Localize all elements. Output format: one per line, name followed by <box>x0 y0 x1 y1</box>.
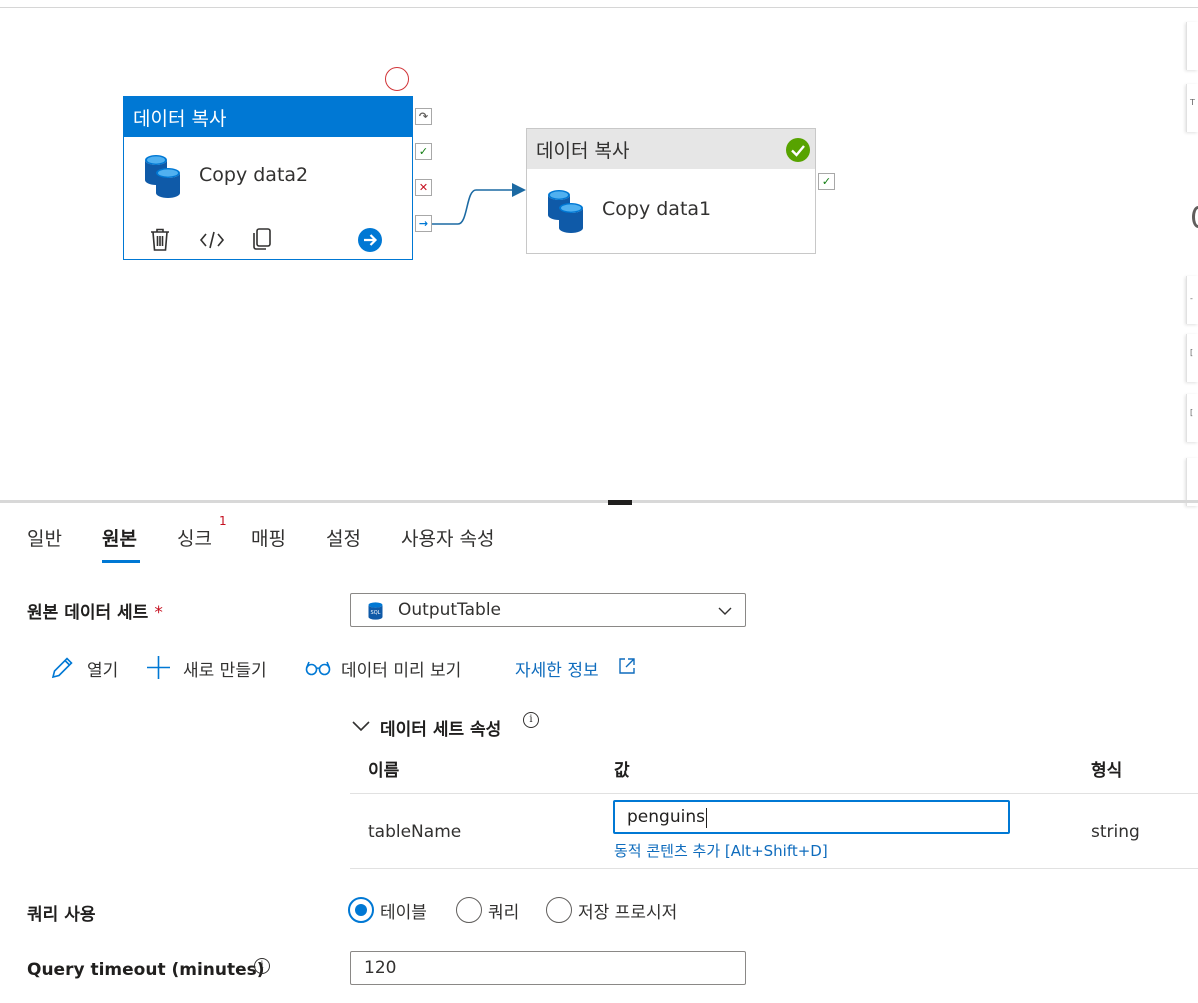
external-link-icon[interactable] <box>618 657 636 675</box>
tab-user-properties[interactable]: 사용자 속성 <box>401 524 494 551</box>
add-dynamic-content-link[interactable]: 동적 콘텐츠 추가 [Alt+Shift+D] <box>614 840 828 861</box>
canvas-tool-button[interactable]: T <box>1186 84 1198 132</box>
copy-data-icon <box>548 190 583 233</box>
radio-query[interactable] <box>456 897 482 923</box>
param-value-text: penguins <box>627 807 705 827</box>
column-header-name: 이름 <box>368 761 400 781</box>
code-icon[interactable] <box>199 230 225 250</box>
radio-table[interactable] <box>348 897 374 923</box>
radio-label-query[interactable]: 쿼리 <box>488 898 519 923</box>
canvas-divider <box>0 7 1198 8</box>
new-button[interactable]: 새로 만들기 <box>183 656 267 681</box>
panel-splitter[interactable] <box>0 500 1198 503</box>
column-header-value: 값 <box>614 761 630 781</box>
activity-header: 데이터 복사 <box>527 129 815 169</box>
activity-copy-data1[interactable]: 데이터 복사 Copy data1 <box>526 128 816 254</box>
go-arrow-icon[interactable] <box>358 228 382 252</box>
tab-general[interactable]: 일반 <box>27 524 62 551</box>
use-query-label: 쿼리 사용 <box>27 905 96 925</box>
active-tab-indicator <box>102 560 140 563</box>
tab-settings[interactable]: 설정 <box>326 524 361 551</box>
canvas-tool-button[interactable] <box>1186 458 1198 506</box>
table-divider <box>350 868 1198 869</box>
canvas-tool-button[interactable]: [ <box>1186 394 1198 442</box>
activity-copy-data2[interactable]: 데이터 복사 Copy data2 <box>123 96 413 260</box>
collapse-chevron-icon[interactable] <box>352 720 370 732</box>
param-value-input[interactable]: penguins <box>613 800 1010 834</box>
copy-data-icon <box>145 155 180 198</box>
sql-dataset-icon: SQL <box>368 602 383 620</box>
canvas-tool-button[interactable]: - <box>1186 276 1198 324</box>
pipeline-canvas[interactable]: T - [ [ 데이터 복사 Copy data2 ↷ ✓ ✕ → 데이터 복사… <box>0 0 1198 506</box>
info-icon[interactable]: i <box>254 958 270 974</box>
required-mark: * <box>154 603 163 623</box>
copy-icon[interactable] <box>251 227 273 251</box>
success-icon[interactable]: ✓ <box>818 173 835 190</box>
success-icon[interactable]: ✓ <box>415 143 432 160</box>
radio-stored-procedure[interactable] <box>546 897 572 923</box>
connector-arrow[interactable] <box>430 180 530 230</box>
splitter-handle[interactable] <box>608 500 632 505</box>
tab-sink[interactable]: 싱크 <box>177 524 212 551</box>
canvas-tool-button[interactable]: [ <box>1186 334 1198 382</box>
skip-icon[interactable]: ↷ <box>415 108 432 125</box>
query-timeout-label: Query timeout (minutes) <box>27 960 265 980</box>
chevron-down-icon <box>718 607 732 615</box>
source-dataset-select[interactable]: SQL OutputTable <box>350 593 746 627</box>
delete-icon[interactable] <box>149 228 171 252</box>
source-dataset-label: 원본 데이터 세트 * <box>27 603 163 623</box>
column-header-type: 형식 <box>1091 761 1123 781</box>
error-count-badge: 1 <box>219 514 227 528</box>
tab-source[interactable]: 원본 <box>102 524 137 551</box>
preview-data-button[interactable]: 데이터 미리 보기 <box>341 656 461 681</box>
selected-dataset: OutputTable <box>398 600 502 620</box>
query-timeout-value: 120 <box>364 958 397 978</box>
text-caret <box>706 808 707 828</box>
info-icon[interactable]: i <box>523 712 539 728</box>
param-name: tableName <box>368 822 462 842</box>
activity-name: Copy data2 <box>199 164 309 186</box>
success-status-icon <box>786 138 810 162</box>
canvas-tool-button[interactable] <box>1186 22 1198 70</box>
open-button[interactable]: 열기 <box>87 656 118 681</box>
tab-mapping[interactable]: 매핑 <box>251 524 286 551</box>
radio-label-table[interactable]: 테이블 <box>380 898 427 923</box>
param-type: string <box>1091 822 1140 842</box>
activity-header: 데이터 복사 <box>124 97 412 137</box>
learn-more-link[interactable]: 자세한 정보 <box>515 656 599 681</box>
edit-icon[interactable] <box>50 655 75 680</box>
add-icon[interactable] <box>146 655 171 680</box>
error-indicator-icon <box>385 67 409 91</box>
dataset-properties-title: 데이터 세트 속성 <box>380 720 502 740</box>
activity-name: Copy data1 <box>602 198 712 220</box>
svg-text:SQL: SQL <box>371 610 381 616</box>
radio-label-stored-procedure[interactable]: 저장 프로시저 <box>578 898 677 923</box>
query-timeout-input[interactable]: 120 <box>350 951 746 985</box>
table-divider <box>350 793 1198 794</box>
preview-glasses-icon[interactable] <box>305 660 331 676</box>
canvas-zoom-icon[interactable] <box>1192 206 1198 228</box>
